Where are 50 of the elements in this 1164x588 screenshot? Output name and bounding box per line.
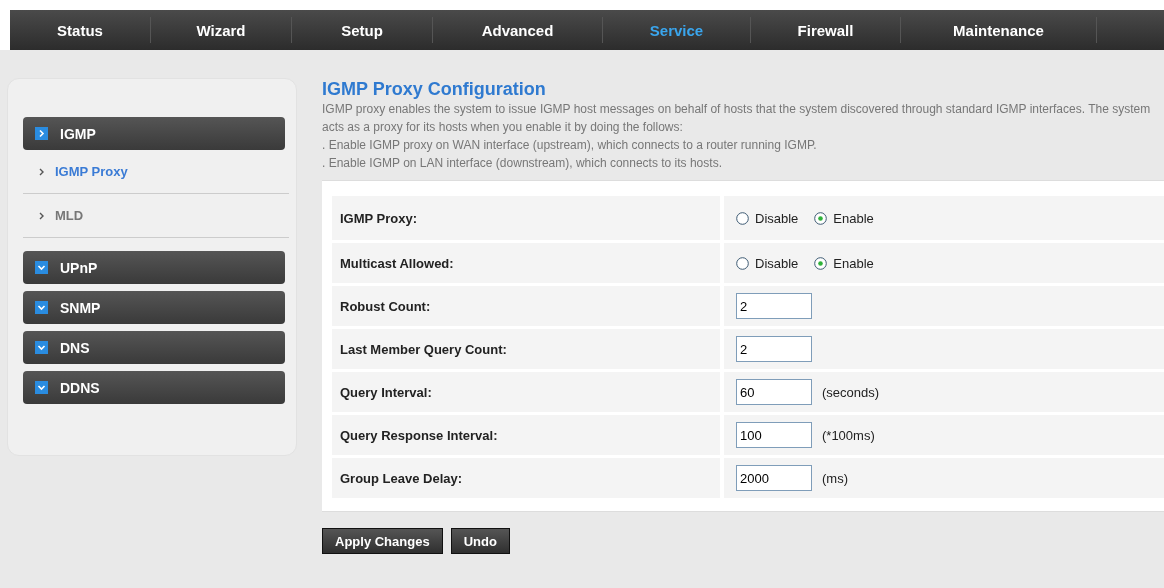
field-label: Last Member Query Count: [332,329,720,369]
radio-button[interactable] [736,211,749,225]
field-label: Robust Count: [332,286,720,326]
radio-option[interactable]: Enable [814,210,874,226]
sidebar-item[interactable]: MLD [23,194,289,238]
chevron-down-icon [35,341,48,354]
nav-tab[interactable]: Maintenance [901,17,1097,43]
nav-tab[interactable]: Wizard [151,17,292,43]
radio-option[interactable]: Disable [736,210,799,226]
arrow-right-icon [39,211,45,220]
unit-label: (seconds) [822,384,880,400]
field-label: Group Leave Delay: [332,458,720,498]
chevron-down-icon [35,261,48,274]
nav-tab[interactable]: Service [603,17,751,43]
action-button[interactable]: Apply Changes [322,528,443,554]
number-field[interactable]: 60 [736,379,812,405]
radio-option[interactable]: Enable [814,255,874,271]
sidebar-group[interactable]: SNMP [23,291,285,324]
field-label: IGMP Proxy: [332,196,720,240]
nav-tab[interactable]: Advanced [433,17,603,43]
sidebar-group[interactable]: UPnP [23,251,285,284]
radio-button[interactable] [814,211,828,225]
number-field[interactable]: 100 [736,422,812,448]
field-label: Multicast Allowed: [332,243,720,283]
page-title: IGMP Proxy Configuration [322,78,547,100]
action-button[interactable]: Undo [450,528,510,554]
field-label: Query Interval: [332,372,720,412]
description-text: . Enable IGMP on LAN interface (downstream), which connects to its hosts. [322,155,723,172]
number-field[interactable]: 2000 [736,465,812,491]
sidebar-group[interactable]: DNS [23,331,285,364]
sidebar-group[interactable]: DDNS [23,371,285,404]
nav-tab[interactable]: Firewall [751,17,901,43]
radio-option[interactable]: Disable [736,255,799,271]
chevron-down-icon [35,301,48,314]
radio-button[interactable] [736,256,749,270]
chevron-down-icon [35,381,48,394]
number-field[interactable]: 2 [736,293,812,319]
description-text: IGMP proxy enables the system to issue IGMP host messages on behalf of hosts that the system discovered through standard IGMP interfaces. The system acts as a proxy for its hosts when you enable it by doing the follows: [322,101,1152,136]
number-field[interactable]: 2 [736,336,812,362]
description-text: . Enable IGMP proxy on WAN interface (upstream), which connects to a router running IGMP. [322,137,818,154]
unit-label: (*100ms) [822,427,875,443]
nav-tab[interactable]: Status [10,17,151,43]
sidebar-group[interactable]: IGMP [23,117,285,150]
unit-label: (ms) [822,470,848,486]
sidebar-item[interactable]: IGMP Proxy [23,150,289,194]
nav-tab[interactable]: Setup [292,17,433,43]
arrow-right-icon [39,167,45,176]
radio-button[interactable] [814,256,828,270]
field-label: Query Response Interval: [332,415,720,455]
chevron-right-icon [35,127,48,140]
